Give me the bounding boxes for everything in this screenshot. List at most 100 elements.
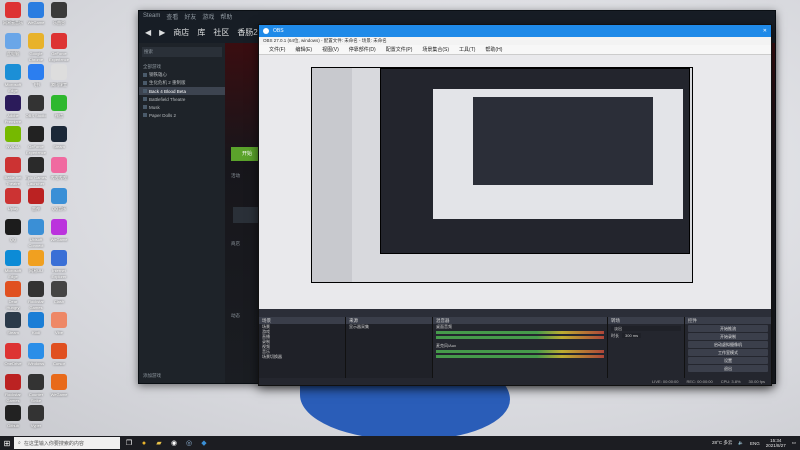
- news-card[interactable]: [233, 207, 261, 223]
- desktop-shortcut[interactable]: Rockstar Games: [25, 281, 47, 311]
- obs-menu-item[interactable]: 编辑(E): [295, 46, 312, 53]
- desktop-shortcut[interactable]: GeForce Experience: [25, 126, 47, 156]
- steam-menu-item[interactable]: 查看: [166, 12, 178, 21]
- desktop-shortcut[interactable]: GeForce Experience: [48, 33, 70, 63]
- forward-arrow-icon[interactable]: ▶: [159, 28, 165, 37]
- desktop-shortcut[interactable]: NVIDIA: [2, 126, 24, 156]
- obs-menu-item[interactable]: 配置文件(P): [386, 46, 413, 53]
- steam-menu-item[interactable]: Steam: [143, 13, 160, 19]
- obs-menu-item[interactable]: 视图(V): [322, 46, 339, 53]
- desktop-shortcut[interactable]: Counter Strike: [25, 374, 47, 404]
- scene-item[interactable]: 场景切换器: [259, 354, 345, 359]
- library-game-item[interactable]: 钢铁雄心: [139, 71, 225, 79]
- windows-start-icon[interactable]: ⊞: [0, 436, 14, 450]
- desktop-shortcut[interactable]: WeGame: [48, 374, 70, 404]
- desktop-shortcut[interactable]: Kodi: [25, 312, 47, 342]
- close-icon[interactable]: ✕: [763, 28, 767, 34]
- steam-menu-item[interactable]: 好友: [184, 12, 196, 21]
- desktop-shortcut[interactable]: Clash: [48, 281, 70, 311]
- chrome-icon[interactable]: ●: [138, 437, 150, 449]
- desktop-shortcut[interactable]: 此电脑: [2, 33, 24, 63]
- obs-menu-item[interactable]: 帮助(H): [485, 46, 502, 53]
- obs-menu-item[interactable]: 工具(T): [459, 46, 475, 53]
- desktop-shortcut[interactable]: 哔哩哔哩: [48, 157, 70, 187]
- desktop-shortcut[interactable]: Uplay: [2, 188, 24, 218]
- steam-menu-item[interactable]: 游戏: [202, 12, 214, 21]
- desktop-shortcut[interactable]: WeGame: [48, 219, 70, 249]
- desktop-shortcut[interactable]: WeGame: [25, 2, 47, 32]
- explorer-icon[interactable]: ▰: [153, 437, 165, 449]
- control-button[interactable]: 启动虚拟摄像机: [688, 341, 768, 348]
- library-search-input[interactable]: 搜索: [142, 47, 222, 57]
- desktop-shortcut[interactable]: 雷神: [25, 188, 47, 218]
- weather-widget[interactable]: 28°C 多云: [712, 440, 732, 446]
- control-button[interactable]: 退出: [688, 365, 768, 372]
- game-icon: [143, 89, 147, 93]
- library-game-item[interactable]: 生化危机 2 重制版: [139, 79, 225, 87]
- desktop-shortcut[interactable]: Microsoft Edge: [2, 250, 24, 280]
- shortcut-label: Rockstar Games: [5, 392, 21, 403]
- obs-window[interactable]: OBS ✕ OBS 27.0.1 (64位, windows) - 配置文件: …: [258, 24, 772, 386]
- notification-icon[interactable]: ▭: [792, 440, 796, 446]
- desktop-shortcut[interactable]: Internet Explorer: [48, 250, 70, 280]
- transition-type[interactable]: 淡出: [611, 326, 681, 331]
- shortcut-label: QQ音乐: [51, 206, 67, 211]
- desktop-shortcut[interactable]: Steam: [2, 312, 24, 342]
- desktop-shortcut[interactable]: Vyper: [25, 405, 47, 435]
- steam-menu-bar: Steam 查看 好友 游戏 帮助: [139, 11, 775, 21]
- desktop-shortcut[interactable]: 乐曲谷: [48, 2, 70, 32]
- obs-menu-item[interactable]: 停靠部件(D): [349, 46, 376, 53]
- library-game-item[interactable]: Battlefield Theatre: [139, 95, 225, 103]
- nav-tab-library[interactable]: 库: [197, 27, 205, 38]
- desktop-shortcut[interactable]: 网易云音乐: [2, 2, 24, 32]
- steam-menu-item[interactable]: 帮助: [220, 12, 232, 21]
- duration-input[interactable]: 300 ms: [622, 333, 642, 338]
- desktop-shortcut[interactable]: 微信: [48, 95, 70, 125]
- task-view-icon[interactable]: ❐: [123, 437, 135, 449]
- desktop-shortcut[interactable]: Windows: [25, 343, 47, 373]
- desktop-shortcut[interactable]: Vibe: [48, 312, 70, 342]
- control-button[interactable]: 工作室模式: [688, 349, 768, 356]
- desktop-shortcut[interactable]: Epic Games Launcher: [25, 157, 47, 187]
- desktop-shortcut[interactable]: QQ: [2, 219, 24, 249]
- nav-tab-community[interactable]: 社区: [213, 27, 229, 38]
- language-indicator[interactable]: ENG: [750, 441, 760, 446]
- control-button[interactable]: 开始录制: [688, 333, 768, 340]
- obs-menu-item[interactable]: 文件(F): [269, 46, 285, 53]
- desktop-shortcut[interactable]: OneDrive: [2, 343, 24, 373]
- control-button[interactable]: 设置: [688, 357, 768, 364]
- desktop-shortcut[interactable]: 网易UU: [25, 250, 47, 280]
- obs-menu-item[interactable]: 场景集合(S): [422, 46, 449, 53]
- library-game-item[interactable]: Musk: [139, 103, 225, 111]
- desktop-shortcut[interactable]: Rockstar Games: [2, 374, 24, 404]
- obs-taskbar-icon[interactable]: ◉: [168, 437, 180, 449]
- desktop-shortcut[interactable]: 飞书: [25, 64, 47, 94]
- library-game-item[interactable]: Paper Dolls 2: [139, 111, 225, 119]
- desktop-shortcut[interactable]: Battle.net Theatre: [2, 157, 24, 187]
- desktop-shortcut[interactable]: Cursor: [48, 343, 70, 373]
- desktop-shortcut[interactable]: Steam: [48, 126, 70, 156]
- add-game-button[interactable]: 添加游戏: [143, 373, 161, 379]
- nav-tab-store[interactable]: 商店: [173, 27, 189, 38]
- steam-taskbar-icon[interactable]: ◎: [183, 437, 195, 449]
- section-label: 动态: [231, 313, 240, 318]
- control-button[interactable]: 开始推流: [688, 325, 768, 332]
- library-game-item[interactable]: Back 4 Blood Beta: [139, 87, 225, 95]
- desktop-shortcut[interactable]: Github: [2, 405, 24, 435]
- desktop-shortcut[interactable]: Dear Hungry: [2, 281, 24, 311]
- source-item[interactable]: 显示器采集: [346, 324, 432, 329]
- clock[interactable]: 15:34 2021/8/27: [766, 438, 786, 448]
- back-arrow-icon[interactable]: ◀: [145, 28, 151, 37]
- desktop-shortcut[interactable]: Ubisoft Connect: [25, 219, 47, 249]
- desktop-shortcut[interactable]: QQ音乐: [48, 188, 70, 218]
- app-taskbar-icon[interactable]: ◆: [198, 437, 210, 449]
- shortcut-label: 哔哩哔哩: [51, 175, 67, 180]
- shortcut-label: 网易云音乐: [3, 20, 23, 25]
- desktop-shortcut[interactable]: OBS Studio: [25, 95, 47, 125]
- desktop-shortcut[interactable]: 腾讯课堂: [48, 64, 70, 94]
- taskbar-search-input[interactable]: ⌕ 在这里输入你要搜索的内容: [14, 437, 120, 449]
- desktop-shortcut[interactable]: Adobe Premiere: [2, 95, 24, 125]
- speaker-icon[interactable]: 🔈: [738, 440, 744, 446]
- desktop-shortcut[interactable]: Microsoft Edge: [2, 64, 24, 94]
- desktop-shortcut[interactable]: Google Chrome: [25, 33, 47, 63]
